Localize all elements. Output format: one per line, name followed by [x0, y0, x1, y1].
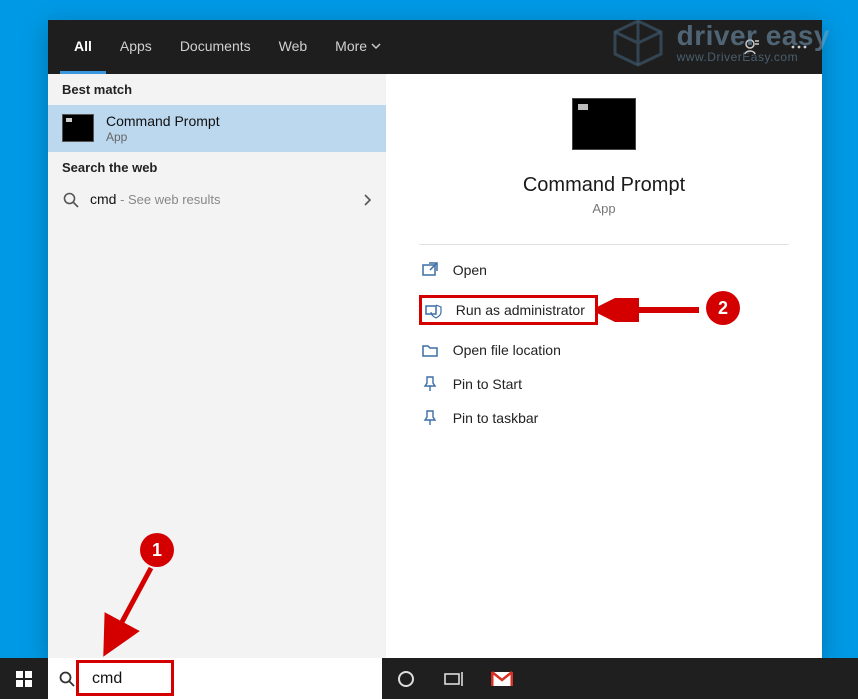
result-type: App — [106, 130, 220, 144]
action-run-admin-label: Run as administrator — [456, 302, 585, 318]
search-icon — [58, 670, 76, 688]
command-prompt-large-icon — [572, 98, 636, 150]
actions-list: Open Run as administrator Open file loca… — [419, 253, 790, 435]
tab-apps[interactable]: Apps — [106, 20, 166, 74]
tab-more[interactable]: More — [321, 20, 395, 74]
gmail-icon — [491, 671, 513, 687]
task-view-button[interactable] — [430, 658, 478, 699]
taskbar — [0, 658, 858, 699]
tab-more-label: More — [335, 38, 367, 54]
gmail-taskbar-button[interactable] — [478, 658, 526, 699]
divider — [419, 244, 790, 245]
search-web-header: Search the web — [48, 152, 386, 183]
action-pin-taskbar[interactable]: Pin to taskbar — [419, 401, 790, 435]
search-tabs: All Apps Documents Web More — [48, 20, 822, 74]
details-column: Command Prompt App Open Run as administr… — [386, 74, 822, 658]
pin-start-icon — [421, 375, 439, 393]
action-pin-taskbar-label: Pin to taskbar — [453, 410, 539, 426]
pin-taskbar-icon — [421, 409, 439, 427]
cortana-button[interactable] — [382, 658, 430, 699]
details-subtitle: App — [592, 201, 615, 216]
action-open-location[interactable]: Open file location — [419, 333, 790, 367]
web-term: cmd — [90, 191, 116, 207]
annotation-step1-badge: 1 — [140, 533, 174, 567]
options-icon[interactable] — [776, 20, 822, 74]
web-result[interactable]: cmd - See web results — [48, 183, 386, 217]
chevron-down-icon — [371, 41, 381, 51]
details-title: Command Prompt — [523, 174, 685, 197]
action-open-label: Open — [453, 262, 487, 278]
annotation-step2-arrow — [595, 298, 705, 322]
folder-icon — [421, 341, 439, 359]
feedback-icon[interactable] — [728, 20, 776, 74]
command-prompt-icon — [62, 114, 94, 142]
taskbar-search[interactable] — [48, 658, 382, 699]
cortana-icon — [396, 669, 416, 689]
action-pin-start-label: Pin to Start — [453, 376, 522, 392]
task-view-icon — [443, 670, 465, 688]
web-hint: - See web results — [116, 192, 220, 207]
best-match-result[interactable]: Command Prompt App — [48, 105, 386, 152]
tab-documents[interactable]: Documents — [166, 20, 265, 74]
tab-web[interactable]: Web — [265, 20, 322, 74]
open-icon — [421, 261, 439, 279]
action-open[interactable]: Open — [419, 253, 790, 287]
windows-logo-icon — [15, 670, 33, 688]
result-title: Command Prompt — [106, 113, 220, 130]
chevron-right-icon — [362, 193, 372, 207]
tab-all[interactable]: All — [60, 20, 106, 74]
action-pin-start[interactable]: Pin to Start — [419, 367, 790, 401]
annotation-step2-badge: 2 — [706, 291, 740, 325]
annotation-step1-arrow — [96, 560, 166, 660]
admin-shield-icon — [424, 301, 442, 319]
start-button[interactable] — [0, 658, 48, 699]
action-open-location-label: Open file location — [453, 342, 561, 358]
annotation-search-highlight — [76, 660, 174, 696]
search-icon — [62, 191, 80, 209]
best-match-header: Best match — [48, 74, 386, 105]
